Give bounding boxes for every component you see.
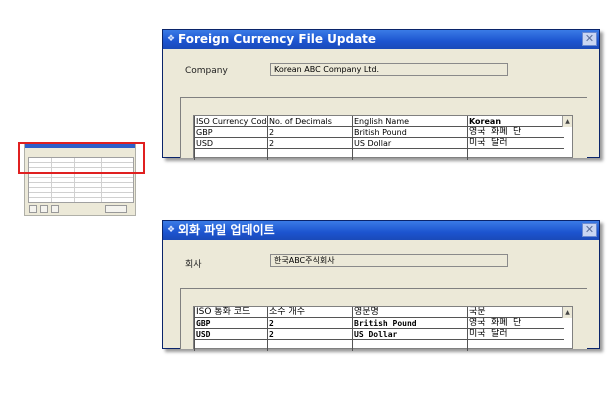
table-cell[interactable]: GBP xyxy=(194,127,267,138)
column-header[interactable]: No. of Decimals xyxy=(267,116,352,127)
table-cell[interactable]: USD xyxy=(194,329,267,340)
column-header[interactable]: English Name xyxy=(352,116,467,127)
column-header[interactable]: Korean xyxy=(467,116,564,127)
company-field[interactable]: 한국ABC주식회사 xyxy=(270,254,508,267)
table-cell[interactable]: 영국 화폐 단 xyxy=(467,127,564,138)
currency-window-korean: ❖ 외화 파일 업데이트 ✕ 회사 한국ABC주식회사 ISO 통화 코드 소수… xyxy=(162,220,600,351)
table-cell[interactable]: British Pound xyxy=(352,318,467,329)
currency-window-english: ❖ Foreign Currency File Update ✕ Company… xyxy=(162,29,600,160)
column-header[interactable]: 소수 개수 xyxy=(267,307,352,318)
table-cell[interactable]: 2 xyxy=(267,329,352,340)
company-label: Company xyxy=(185,66,228,76)
column-header[interactable]: 영문명 xyxy=(352,307,467,318)
table-cell[interactable]: US Dollar xyxy=(352,138,467,149)
window-titlebar: ❖ 외화 파일 업데이트 ✕ xyxy=(163,221,599,240)
table-cell[interactable]: British Pound xyxy=(352,127,467,138)
table-cell[interactable]: USD xyxy=(194,138,267,149)
table-row[interactable]: GBP 2 British Pound 영국 화폐 단 xyxy=(194,127,564,138)
grid-header-row: ISO 통화 코드 소수 개수 영문명 국문 xyxy=(194,307,564,318)
currency-grid[interactable]: ISO Currency Code No. of Decimals Englis… xyxy=(193,115,573,160)
grid-frame: ISO Currency Code No. of Decimals Englis… xyxy=(180,97,587,160)
company-label: 회사 xyxy=(185,260,202,270)
column-header[interactable]: ISO Currency Code xyxy=(194,116,267,127)
app-icon: ❖ xyxy=(166,34,176,44)
column-header[interactable]: ISO 통화 코드 xyxy=(194,307,267,318)
table-cell[interactable]: 2 xyxy=(267,127,352,138)
table-cell[interactable]: 미국 달러 xyxy=(467,138,564,149)
table-cell[interactable]: 2 xyxy=(267,318,352,329)
table-cell[interactable]: GBP xyxy=(194,318,267,329)
grid-header-row: ISO Currency Code No. of Decimals Englis… xyxy=(194,116,564,127)
highlight-box xyxy=(18,142,145,174)
window-title: Foreign Currency File Update xyxy=(178,32,377,46)
scroll-up-arrow-icon[interactable]: ▲ xyxy=(562,307,572,318)
table-row[interactable]: GBP 2 British Pound 영국 화폐 단 xyxy=(194,318,564,329)
table-cell[interactable]: 영국 화폐 단 xyxy=(467,318,564,329)
window-title: 외화 파일 업데이트 xyxy=(178,223,275,237)
scroll-up-arrow-icon[interactable]: ▲ xyxy=(562,116,572,127)
table-cell[interactable]: US Dollar xyxy=(352,329,467,340)
company-field[interactable]: Korean ABC Company Ltd. xyxy=(270,63,508,76)
table-row[interactable] xyxy=(194,149,564,160)
table-row[interactable] xyxy=(194,340,564,351)
close-icon[interactable]: ✕ xyxy=(582,223,597,237)
table-row[interactable]: USD 2 US Dollar 미국 달러 xyxy=(194,329,564,340)
table-cell[interactable]: 미국 달러 xyxy=(467,329,564,340)
app-icon: ❖ xyxy=(166,225,176,235)
table-cell[interactable]: 2 xyxy=(267,138,352,149)
currency-grid[interactable]: ISO 통화 코드 소수 개수 영문명 국문 GBP 2 British Pou… xyxy=(193,306,573,351)
column-header[interactable]: 국문 xyxy=(467,307,564,318)
window-titlebar: ❖ Foreign Currency File Update ✕ xyxy=(163,30,599,49)
close-icon[interactable]: ✕ xyxy=(582,32,597,46)
table-row[interactable]: USD 2 US Dollar 미국 달러 xyxy=(194,138,564,149)
grid-frame: ISO 통화 코드 소수 개수 영문명 국문 GBP 2 British Pou… xyxy=(180,288,587,351)
